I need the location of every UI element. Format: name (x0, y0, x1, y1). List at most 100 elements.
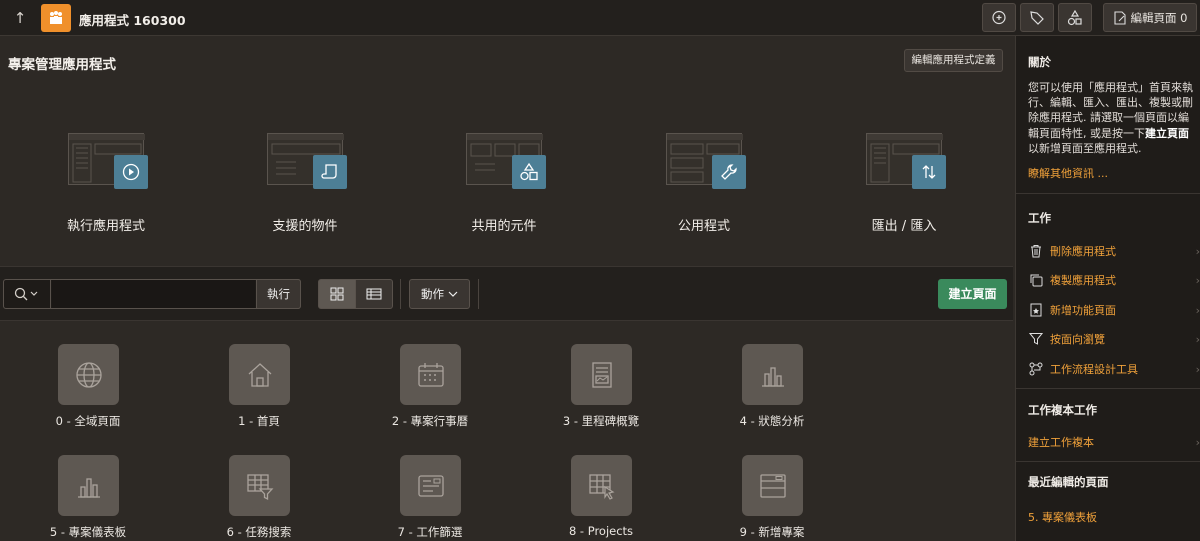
edit-page-icon (1113, 10, 1126, 25)
recent-pages-heading: 最近編輯的頁面 (1028, 475, 1109, 489)
utilities-label: 公用程式 (677, 219, 730, 234)
create-page-button[interactable]: 建立頁面 (938, 279, 1007, 309)
page-title: 專案管理應用程式 (8, 57, 116, 73)
divider (1016, 388, 1200, 389)
page-tile[interactable]: 1 - 首頁 (184, 344, 334, 444)
page-label: 6 - 任務搜索 (226, 525, 292, 539)
chevron-right-icon: › (1195, 332, 1200, 346)
workflow-icon (1028, 361, 1044, 377)
copy-icon (1028, 272, 1044, 288)
comment-icon[interactable] (982, 3, 1016, 32)
create-working-copy-link[interactable]: 建立工作複本 › (1028, 432, 1200, 452)
page-label: 0 - 全域頁面 (55, 414, 121, 428)
page-label: 2 - 專案行事曆 (391, 414, 469, 428)
bar-chart-icon (742, 344, 803, 405)
page-tile[interactable]: 4 - 狀態分析 (697, 344, 847, 444)
chevron-down-icon (448, 291, 458, 297)
page-label: 4 - 狀態分析 (739, 414, 805, 428)
page-tile[interactable]: 5 - 專案儀表板 (13, 455, 163, 541)
task-label: 按面向瀏覽 (1050, 333, 1105, 346)
about-text-part: 以新增頁面至應用程式. (1028, 141, 1142, 155)
app-title: 應用程式 160300 (79, 13, 186, 28)
grid-pointer-icon (571, 455, 632, 516)
dialog-icon (742, 455, 803, 516)
home-icon (229, 344, 290, 405)
task-browse-by-facets[interactable]: 按面向瀏覽 › (1028, 329, 1200, 349)
chevron-right-icon: › (1195, 435, 1200, 449)
task-label: 複製應用程式 (1050, 274, 1116, 287)
recent-page-link[interactable]: 5. 專案儀表板 (1028, 509, 1097, 525)
supporting-objects-card[interactable]: 支援的物件 (215, 125, 395, 245)
play-icon (114, 155, 148, 189)
trash-icon (1028, 243, 1044, 259)
task-label: 刪除應用程式 (1050, 245, 1116, 258)
wrench-icon (712, 155, 746, 189)
chevron-right-icon: › (1195, 362, 1200, 376)
export-import-card[interactable]: 匯出 / 匯入 (814, 125, 994, 245)
search-column-selector[interactable] (3, 279, 51, 309)
search-input[interactable] (52, 280, 255, 308)
task-delete-application[interactable]: 刪除應用程式 › (1028, 241, 1200, 261)
shared-components-card[interactable]: 共用的元件 (414, 125, 594, 245)
form-icon (400, 455, 461, 516)
page-tile[interactable]: 7 - 工作篩選 (355, 455, 505, 541)
edit-page-button[interactable]: 編輯頁面 0 (1103, 3, 1197, 32)
about-text: 您可以使用「應用程式」首頁來執行、編輯、匯入、匯出、複製或刪除應用程式. 請選取… (1028, 80, 1194, 156)
actions-label: 動作 (421, 287, 444, 301)
bar-chart-icon (58, 455, 119, 516)
right-sidebar: 關於 您可以使用「應用程式」首頁來執行、編輯、匯入、匯出、複製或刪除應用程式. … (1015, 36, 1200, 541)
chevron-right-icon: › (1195, 244, 1200, 258)
calendar-icon (400, 344, 461, 405)
region-header: 專案管理應用程式 (0, 41, 1013, 79)
scroll-icon (313, 155, 347, 189)
edit-app-definition-button[interactable]: 編輯應用程式定義 (904, 49, 1003, 72)
grid-icon (330, 287, 344, 301)
page-tile[interactable]: 6 - 任務搜索 (184, 455, 334, 541)
shared-components-label: 共用的元件 (471, 219, 537, 234)
actions-menu-button[interactable]: 動作 (409, 279, 470, 309)
export-import-label: 匯出 / 匯入 (871, 219, 937, 234)
task-label: 新增功能頁面 (1050, 304, 1116, 317)
page-label: 1 - 首頁 (238, 414, 280, 428)
globe-icon (58, 344, 119, 405)
page-label: 3 - 里程碑概覽 (562, 414, 640, 428)
toolbar-separator (478, 279, 479, 309)
run-application-label: 執行應用程式 (66, 219, 145, 234)
task-add-feature-page[interactable]: 新增功能頁面 › (1028, 300, 1200, 320)
supporting-objects-label: 支援的物件 (272, 219, 338, 234)
chevron-right-icon: › (1195, 303, 1200, 317)
page-label: 8 - Projects (568, 524, 634, 538)
page-tile[interactable]: 3 - 里程碑概覽 (526, 344, 676, 444)
run-application-card[interactable]: 執行應用程式 (16, 125, 196, 245)
app-icon (41, 4, 71, 32)
go-button[interactable]: 執行 (256, 279, 301, 309)
icon-view-button[interactable] (318, 279, 356, 309)
learn-more-link[interactable]: 瞭解其他資訊 ... (1028, 165, 1108, 181)
shared-components-icon[interactable] (1058, 3, 1092, 32)
shapes-icon (512, 155, 546, 189)
filter-grid-icon (229, 455, 290, 516)
report-view-button[interactable] (355, 279, 393, 309)
about-heading: 關於 (1028, 55, 1051, 69)
utilities-card[interactable]: 公用程式 (614, 125, 794, 245)
page-label: 5 - 專案儀表板 (49, 525, 127, 539)
task-copy-application[interactable]: 複製應用程式 › (1028, 270, 1200, 290)
page-tile[interactable]: 2 - 專案行事曆 (355, 344, 505, 444)
up-down-arrows-icon (912, 155, 946, 189)
up-arrow-icon[interactable]: ↑ (8, 6, 32, 30)
task-workflow-designer[interactable]: 工作流程設計工具 › (1028, 359, 1200, 379)
page-label: 9 - 新增專案 (739, 525, 805, 539)
task-label: 工作流程設計工具 (1050, 363, 1138, 376)
report-card-icon (571, 344, 632, 405)
working-copy-heading: 工作複本工作 (1028, 403, 1097, 417)
funnel-icon (1028, 331, 1044, 347)
tag-icon[interactable] (1020, 3, 1054, 32)
chevron-right-icon: › (1195, 273, 1200, 287)
page-tile[interactable]: 9 - 新增專案 (697, 455, 847, 541)
about-text-bold: 建立頁面 (1145, 126, 1189, 140)
page-tile[interactable]: 0 - 全域頁面 (13, 344, 163, 444)
page-tile[interactable]: 8 - Projects (526, 455, 676, 541)
create-working-copy-label: 建立工作複本 (1028, 436, 1094, 449)
table-icon (366, 288, 382, 300)
divider (1016, 193, 1200, 194)
